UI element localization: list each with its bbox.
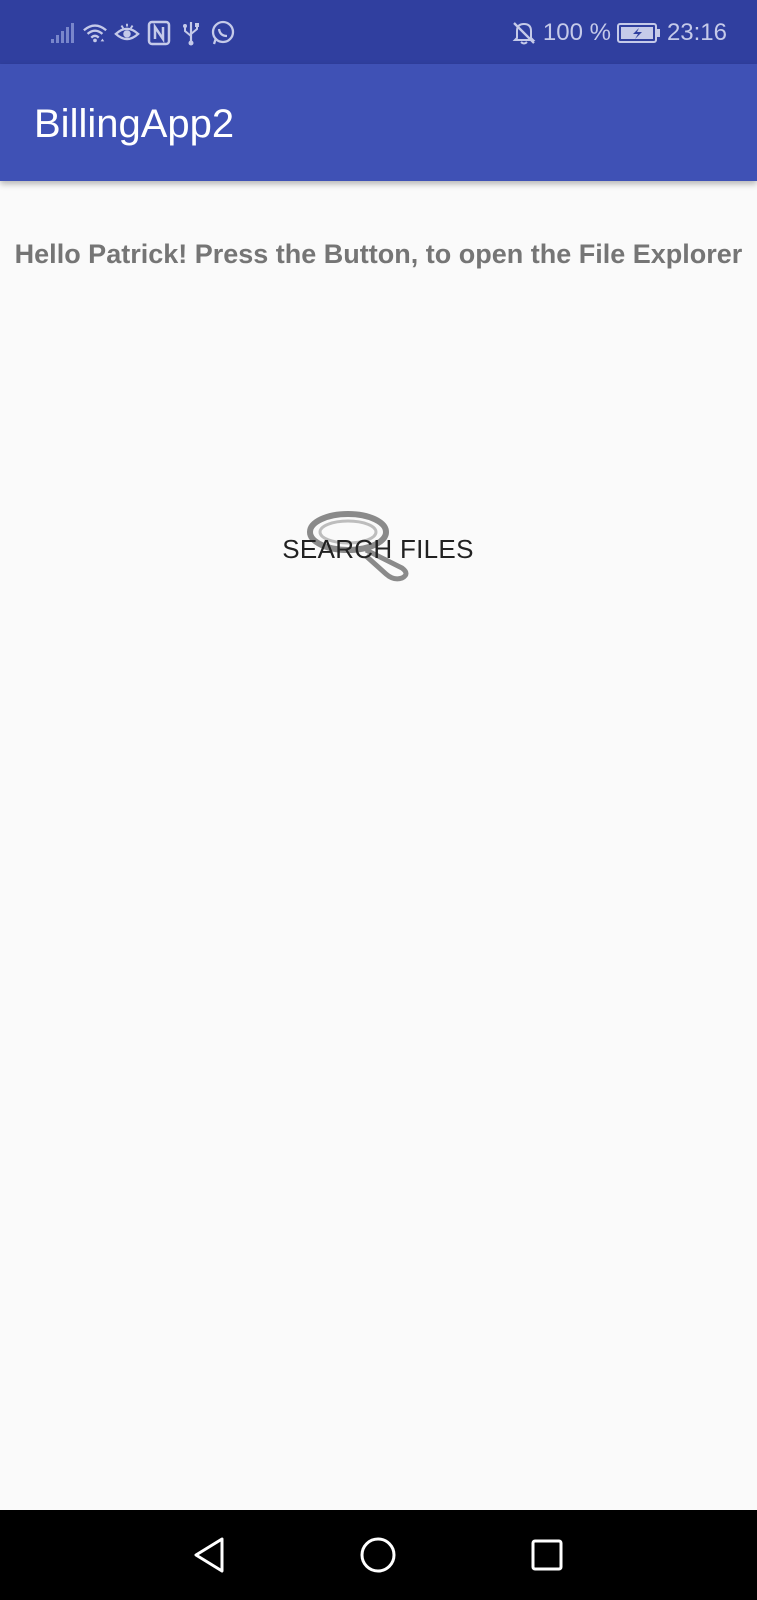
mute-icon <box>511 20 537 46</box>
app-title: BillingApp2 <box>34 102 235 146</box>
usb-icon <box>178 20 204 46</box>
nav-bar <box>0 1510 757 1600</box>
search-files-button[interactable]: SEARCH FILES <box>258 502 498 597</box>
search-files-label: SEARCH FILES <box>282 534 474 564</box>
wifi-icon <box>82 20 108 46</box>
back-icon <box>194 1537 224 1573</box>
nfc-icon <box>146 20 172 46</box>
signal-icon <box>50 20 76 46</box>
whatsapp-icon <box>210 20 236 46</box>
greeting-text: Hello Patrick! Press the Button, to open… <box>14 239 743 269</box>
status-icons-right: 100 % 23:16 <box>511 17 727 49</box>
status-bar: 100 % 23:16 <box>0 0 757 64</box>
app-bar: BillingApp2 <box>0 64 757 181</box>
battery-charging-icon <box>616 22 661 44</box>
status-icons-left <box>50 18 236 48</box>
back-button[interactable] <box>165 1510 255 1600</box>
home-button[interactable] <box>333 1510 423 1600</box>
home-icon <box>360 1537 396 1573</box>
battery-percent: 100 % <box>542 19 611 46</box>
eye-comfort-icon <box>114 20 140 46</box>
clock: 23:16 <box>666 19 727 46</box>
recents-button[interactable] <box>502 1510 592 1600</box>
recents-icon <box>531 1539 563 1571</box>
